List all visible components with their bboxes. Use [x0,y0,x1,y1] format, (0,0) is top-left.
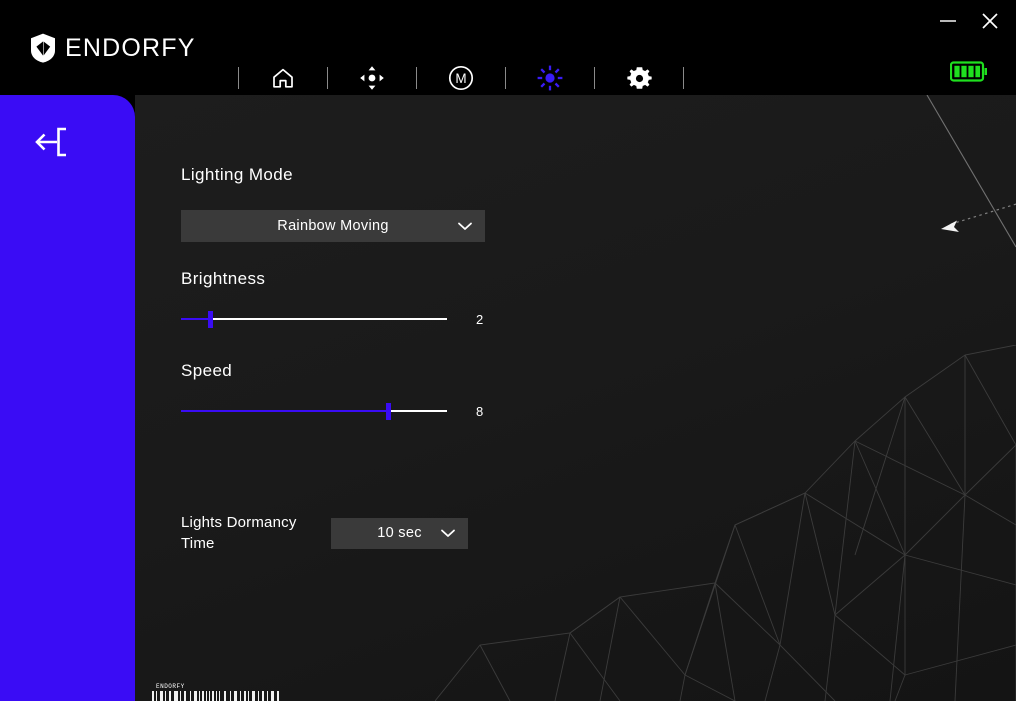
barcode-icon [152,691,279,701]
app-title-text: ENDORFY [65,34,196,62]
brightness-slider-row: 2 [181,309,483,329]
nav-divider [505,67,506,89]
lighting-mode-group: Lighting Mode Rainbow Moving [181,165,485,242]
minimize-button[interactable] [934,8,962,34]
brightness-slider-track [181,318,447,320]
brightness-slider-fill [181,318,211,320]
main-navigation: M [211,58,711,98]
back-exit-arrow-icon [35,127,66,157]
speed-group: Speed 8 [181,361,483,421]
brightness-label: Brightness [181,269,266,288]
speed-slider-row: 8 [181,401,483,421]
nav-divider [416,67,417,89]
brightness-slider-thumb[interactable] [208,311,214,328]
app-logo: ENDORFY [30,33,196,63]
speed-slider[interactable] [181,401,447,421]
speed-slider-thumb[interactable] [386,403,392,420]
gear-icon [626,66,652,89]
nav-item-macro[interactable]: M [444,61,478,95]
dormancy-group: Lights Dormancy Time 10 sec [181,512,468,554]
battery-full-icon [950,61,987,82]
window-controls [934,8,1004,34]
nav-divider [594,67,595,89]
dormancy-label: Lights Dormancy Time [181,512,331,554]
macro-m-icon: M [448,65,474,91]
nav-divider [327,67,328,89]
nav-item-dpi[interactable] [355,61,389,95]
lowpoly-wireframe-decor-icon [435,345,1016,701]
lighting-mode-dropdown[interactable]: Rainbow Moving [181,210,485,242]
dpi-crosshair-icon [360,66,384,90]
chevron-down-icon [458,222,472,230]
barcode-decoration: ENDORFY [152,683,282,701]
diagonal-line-decor-icon [926,95,1016,248]
main-content-panel: Lighting Mode Rainbow Moving Brightness [135,95,1016,701]
dormancy-label-line2: Time [181,535,215,552]
chevron-down-icon [441,529,455,537]
lighting-mode-label: Lighting Mode [181,165,293,184]
nav-item-settings[interactable] [622,61,656,95]
svg-text:M: M [455,71,466,86]
endorfy-shield-logo-icon [31,33,55,63]
speed-slider-fill [181,410,389,412]
app-window: ENDORFY M Lighting Mode Rainbow Moving B… [0,0,1016,701]
sidebar-back-panel[interactable] [0,95,135,701]
speed-value: 8 [476,403,484,419]
nav-item-home[interactable] [266,61,300,95]
nav-divider [238,67,239,89]
speed-label: Speed [181,361,233,380]
nav-item-lighting[interactable] [533,61,567,95]
close-button[interactable] [976,8,1004,34]
home-icon [273,68,293,88]
brightness-sun-icon [537,65,563,91]
brightness-slider[interactable] [181,309,447,329]
brightness-group: Brightness 2 [181,269,483,329]
dormancy-label-line1: Lights Dormancy [181,514,297,531]
barcode-text: ENDORFY [156,683,185,690]
close-icon [982,13,998,29]
brightness-value: 2 [476,311,484,327]
nav-divider [683,67,684,89]
minimize-icon [940,20,956,22]
dormancy-selected-value: 10 sec [377,525,422,541]
lighting-mode-selected-value: Rainbow Moving [277,218,389,234]
title-bar: ENDORFY M [0,0,1016,95]
dormancy-dropdown[interactable]: 10 sec [331,517,468,549]
